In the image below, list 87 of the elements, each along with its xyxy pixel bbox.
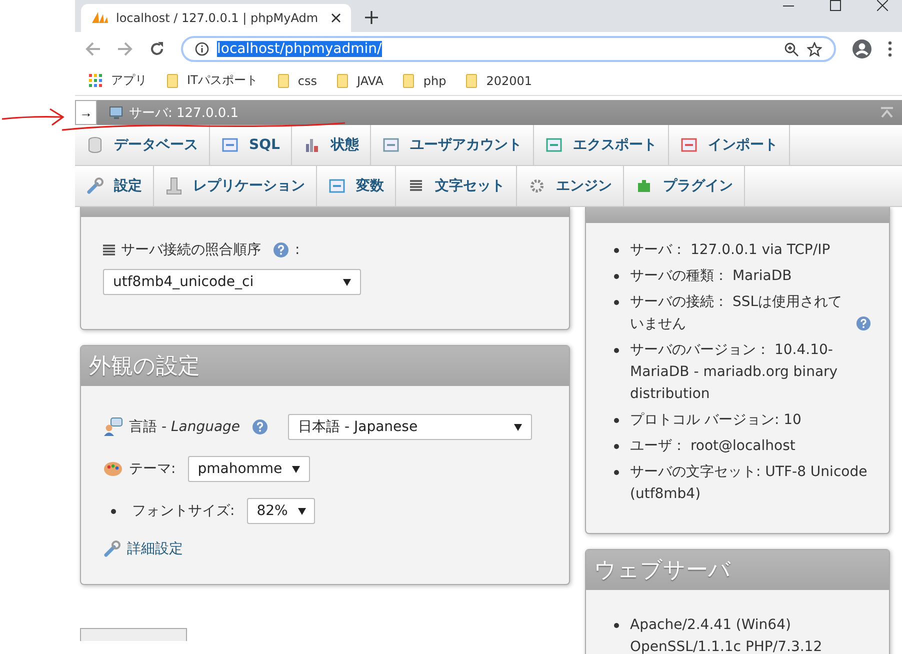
caret-icon	[292, 466, 300, 472]
collation-label: サーバ接続の照合順序	[121, 241, 261, 259]
close-window-icon[interactable]	[877, 0, 888, 11]
help-icon[interactable]	[273, 242, 289, 258]
menu-tab[interactable]: 状態	[292, 125, 371, 165]
bookmark-item[interactable]: ITパスポート	[167, 72, 258, 89]
bookmark-item[interactable]: php	[403, 74, 446, 88]
server-info-item: サーバの接続： SSLは使用されていません	[630, 293, 844, 334]
menu-tab[interactable]: 設定	[75, 166, 154, 206]
url-text: localhost/phpmyadmin/	[217, 41, 382, 57]
server-info-item: サーバの文字セット: UTF-8 Unicode (utf8mb4)	[630, 463, 868, 504]
wrench-icon	[103, 540, 121, 558]
bullet-icon	[614, 470, 619, 475]
colon-text: :	[295, 242, 300, 258]
browser-tab[interactable]: localhost / 127.0.0.1 | phpMyAdm	[81, 4, 351, 32]
caret-icon	[343, 278, 351, 286]
menu-tab[interactable]: レプリケーション	[154, 166, 317, 206]
zoom-icon[interactable]	[784, 42, 799, 56]
sail-logo-icon	[91, 11, 109, 25]
language-label: 言語 - Language	[129, 418, 240, 436]
reload-icon[interactable]	[149, 41, 165, 57]
menu-tab[interactable]: インポート	[668, 125, 790, 165]
font-size-label: フォントサイズ:	[132, 502, 235, 520]
lines-icon	[103, 244, 115, 256]
bullet-icon	[614, 248, 619, 253]
help-icon[interactable]	[856, 316, 871, 331]
bookmark-item[interactable]: JAVA	[336, 74, 384, 88]
wrench-icon	[86, 177, 104, 195]
panel-title: 外観の設定	[89, 353, 200, 381]
menu-tab[interactable]: ユーザアカウント	[370, 125, 534, 165]
caret-icon	[298, 508, 306, 514]
scroll-icon	[221, 136, 239, 154]
folder-icon	[167, 74, 178, 88]
bullet-icon	[614, 418, 619, 423]
folder-icon	[403, 74, 414, 88]
navigation-toggle[interactable]: →	[75, 100, 97, 125]
palette-icon	[103, 461, 123, 477]
more-vertical-icon[interactable]	[888, 41, 892, 57]
font-size-select[interactable]: 82%	[246, 498, 315, 524]
menu-tab[interactable]: 文字セット	[396, 166, 517, 206]
folder-icon	[278, 74, 289, 88]
menu-tab[interactable]: エンジン	[517, 166, 624, 206]
server-info-item: サーバの種類： MariaDB	[630, 267, 792, 286]
hand-drawn-arrow	[2, 108, 64, 126]
help-icon[interactable]	[252, 419, 268, 435]
server-info-item: ユーザ： root@localhost	[630, 437, 796, 456]
bullet-icon	[614, 300, 619, 305]
theme-select[interactable]: pmahomme	[188, 456, 310, 482]
bullet-icon	[111, 508, 116, 514]
server-info-item: サーバ： 127.0.0.1 via TCP/IP	[630, 241, 830, 260]
bookmark-item[interactable]: 202001	[466, 74, 532, 88]
more-settings-link[interactable]: 詳細設定	[127, 540, 183, 558]
apps-grid-icon	[89, 74, 102, 87]
gear-icon	[528, 177, 546, 195]
close-icon[interactable]	[331, 13, 341, 23]
address-bar[interactable]: localhost/phpmyadmin/	[181, 36, 836, 62]
menu-tab[interactable]: SQL	[210, 125, 292, 165]
bullet-icon	[614, 444, 619, 449]
account-icon[interactable]	[852, 39, 872, 59]
caret-icon	[514, 424, 522, 430]
bullet-icon	[614, 348, 619, 353]
star-icon[interactable]	[807, 42, 822, 56]
bookmark-item[interactable]: アプリ	[89, 72, 147, 89]
cylinder-icon	[86, 136, 104, 154]
theme-label: テーマ:	[129, 460, 176, 478]
info-icon	[195, 42, 209, 56]
language-select[interactable]: 日本語 - Japanese	[288, 414, 532, 440]
menu-tab[interactable]: プラグイン	[624, 166, 745, 206]
bullet-icon	[614, 623, 619, 628]
menu-tab[interactable]: エクスポート	[534, 125, 669, 165]
server-info-item: プロトコル バージョン: 10	[630, 411, 802, 430]
menu-tab[interactable]: 変数	[317, 166, 396, 206]
web-server-info-item: Apache/2.4.41 (Win64) OpenSSL/1.1.1c PHP/7.3.12	[630, 616, 824, 654]
tab-title: localhost / 127.0.0.1 | phpMyAdm	[116, 11, 320, 25]
person-speech-icon	[103, 417, 123, 437]
collation-select[interactable]: utf8mb4_unicode_ci	[103, 269, 361, 295]
maximize-icon[interactable]	[830, 0, 841, 11]
new-tab-icon[interactable]	[365, 11, 378, 24]
server-icon	[109, 106, 125, 120]
bookmark-item[interactable]: css	[278, 74, 317, 88]
panel-title: ウェブサーバ	[594, 557, 731, 585]
puzzle-piece-icon	[635, 177, 653, 195]
folder-icon	[466, 74, 478, 88]
server-info-item: サーバのバージョン： 10.4.10-MariaDB - mariadb.org binary distribution	[630, 341, 839, 404]
folder-icon	[336, 74, 348, 88]
bullet-icon	[614, 274, 619, 279]
menu-tab[interactable]: データベース	[75, 125, 210, 165]
